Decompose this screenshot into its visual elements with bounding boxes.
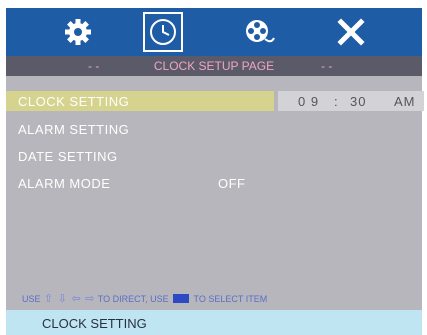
menu-item-label: ALARM MODE	[18, 176, 111, 191]
alarm-mode-value: OFF	[218, 176, 246, 191]
tab-exit-setup[interactable]	[331, 12, 371, 52]
clock-ampm: AM	[394, 94, 416, 109]
page-title: CLOCK SETUP PAGE	[153, 59, 275, 73]
menu-item-label: CLOCK SETTING	[18, 94, 130, 109]
status-bar: CLOCK SETTING	[6, 310, 422, 335]
hint-to-direct: TO DIRECT, USE	[97, 294, 169, 304]
hint-to-select: TO SELECT ITEM	[193, 294, 268, 304]
close-icon	[337, 18, 365, 46]
hint-use-label: USE	[22, 294, 41, 304]
arrow-down-icon: ⇩	[57, 293, 67, 305]
clock-minutes: 30	[350, 94, 367, 109]
dvd-setup-screen: - - CLOCK SETUP PAGE - - CLOCK SETTING A…	[0, 0, 427, 335]
clock-hours: 0 9	[298, 94, 320, 109]
menu-item-clock-setting[interactable]: CLOCK SETTING	[6, 91, 274, 111]
arrow-up-icon: ⇧	[44, 293, 54, 305]
tab-clock-setup[interactable]	[143, 12, 183, 52]
navigation-hint: USE ⇧ ⇩ ⇦ ⇨ TO DIRECT, USE TO SELECT ITE…	[22, 292, 427, 306]
menu-item-label: DATE SETTING	[18, 149, 118, 164]
clock-separator: :	[334, 94, 339, 109]
clock-icon	[150, 19, 176, 45]
tab-general-setup[interactable]	[58, 12, 98, 52]
enter-key-icon	[173, 294, 190, 303]
arrow-right-icon: ⇨	[85, 293, 95, 305]
gear-icon	[65, 19, 91, 45]
clock-time-field[interactable]: 0 9 : 30 AM	[278, 91, 424, 111]
arrow-left-icon: ⇦	[71, 293, 81, 305]
menu-item-alarm-mode[interactable]: ALARM MODE OFF	[6, 173, 274, 193]
settings-panel: CLOCK SETTING ALARM SETTING DATE SETTING…	[6, 76, 424, 310]
tab-video-setup[interactable]	[239, 12, 279, 52]
page-title-bar: - - CLOCK SETUP PAGE - -	[6, 56, 422, 76]
film-reel-icon	[246, 20, 275, 43]
setup-tab-bar	[6, 8, 422, 56]
title-right-dashes: - -	[321, 59, 333, 73]
menu-item-label: ALARM SETTING	[18, 122, 130, 137]
status-text: CLOCK SETTING	[42, 316, 147, 331]
